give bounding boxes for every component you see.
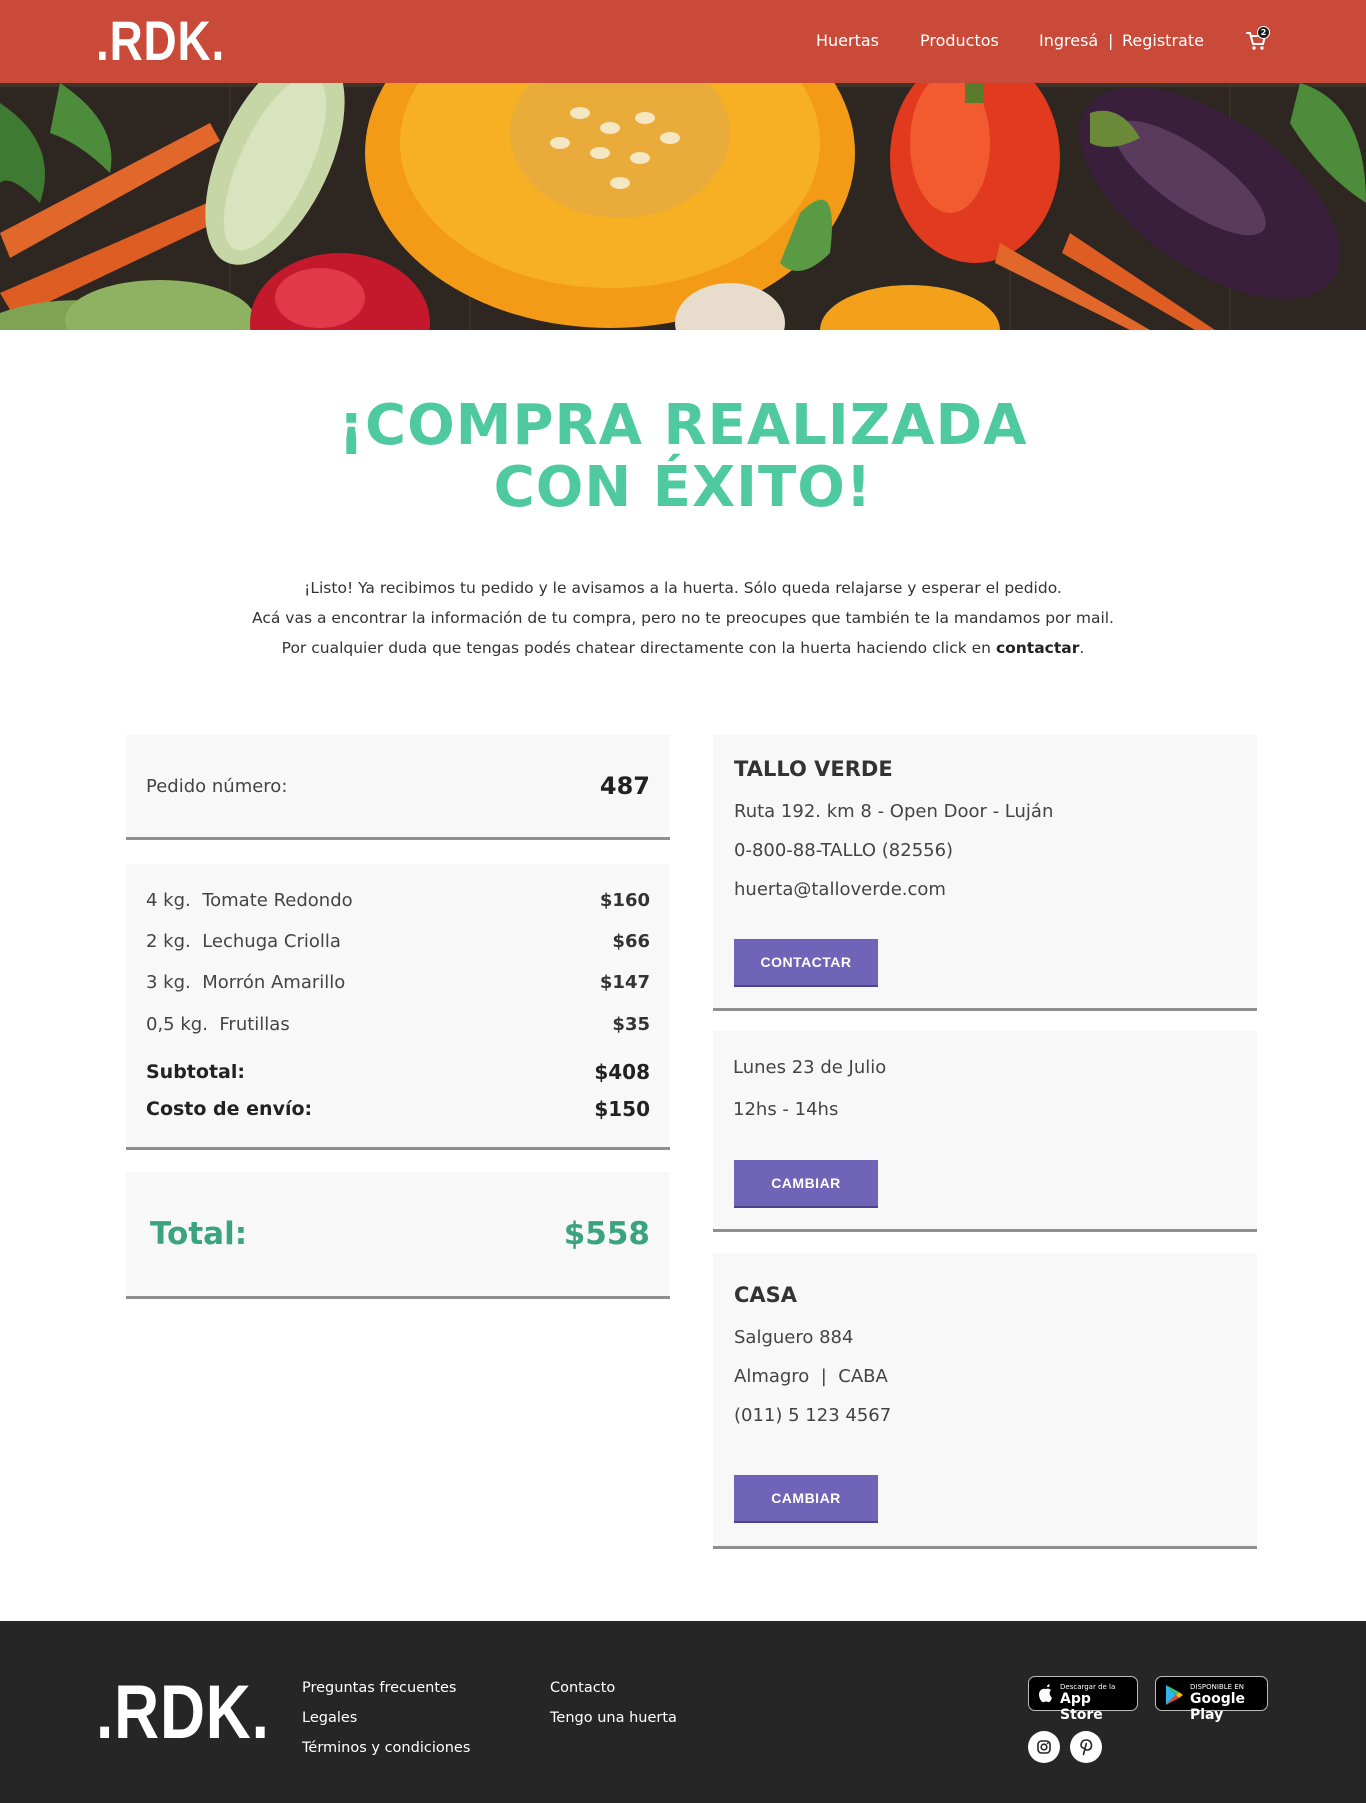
shipping-row: Costo de envío: $150 [146, 1094, 650, 1124]
footer-link-contacto[interactable]: Contacto [550, 1678, 615, 1698]
instagram-icon [1037, 1740, 1051, 1754]
vegetables-banner-image [0, 83, 1366, 330]
footer-link-legales[interactable]: Legales [302, 1708, 357, 1728]
farm-address: Ruta 192. km 8 - Open Door - Luján [734, 801, 1054, 822]
site-logo[interactable]: .RDK. [96, 10, 225, 72]
success-title-line2: CON ÉXITO! [493, 455, 873, 520]
nav-huertas-link[interactable]: Huertas [816, 29, 879, 53]
order-item-label: 2 kg. Lechuga Criolla [146, 931, 341, 952]
farm-name: TALLO VERDE [734, 757, 893, 781]
site-footer: .RDK. Preguntas frecuentes Legales Térmi… [0, 1621, 1366, 1803]
shipping-label: Costo de envío: [146, 1098, 313, 1120]
subtotal-value: $408 [594, 1060, 650, 1084]
subtotal-label: Subtotal: [146, 1061, 245, 1083]
item-qty: 2 kg. [146, 930, 191, 952]
google-play-button[interactable]: DISPONIBLE EN Google Play [1155, 1676, 1268, 1723]
order-item-row: 4 kg. Tomate Redondo $160 [146, 886, 650, 914]
google-play-small-text: DISPONIBLE EN [1190, 1683, 1244, 1691]
intro-line3: Por cualquier duda que tengas podés chat… [0, 633, 1366, 663]
farm-phone: 0-800-88-TALLO (82556) [734, 840, 954, 861]
farm-email: huerta@talloverde.com [734, 879, 946, 900]
nav-registrate-link[interactable]: Registrate [1122, 29, 1204, 53]
total-value: $558 [563, 1216, 650, 1252]
address-card: CASA Salguero 884 Almagro | CABA (011) 5… [713, 1253, 1257, 1549]
nav-ingresa-link[interactable]: Ingresá [1039, 29, 1098, 53]
hero-banner-image [0, 83, 1366, 330]
pinterest-icon [1080, 1739, 1093, 1756]
footer-logo[interactable]: .RDK. [96, 1675, 270, 1751]
order-item-row: 2 kg. Lechuga Criolla $66 [146, 927, 650, 955]
delivery-time: 12hs - 14hs [733, 1099, 839, 1120]
success-title-line1: ¡COMPRA REALIZADA [338, 393, 1028, 458]
item-name: Tomate Redondo [202, 889, 353, 911]
cart-count-badge: 2 [1257, 26, 1270, 39]
app-store-small-text: Descargar de la [1060, 1683, 1116, 1691]
success-title: ¡COMPRA REALIZADA CON ÉXITO! [0, 395, 1366, 519]
order-item-row: 0,5 kg. Frutillas $35 [146, 1010, 650, 1038]
intro-line3-prefix: Por cualquier duda que tengas podés chat… [281, 639, 996, 657]
item-price: $35 [612, 1013, 650, 1035]
change-delivery-button[interactable]: CAMBIAR [734, 1160, 878, 1208]
order-number-label: Pedido número: [146, 775, 288, 797]
top-navigation-bar: .RDK. Huertas Productos Ingresá | Regist… [0, 0, 1366, 83]
delivery-card: Lunes 23 de Julio 12hs - 14hs CAMBIAR [713, 1031, 1257, 1232]
google-play-big-text: Google Play [1190, 1691, 1246, 1723]
shipping-value: $150 [594, 1097, 650, 1121]
order-item-row: 3 kg. Morrón Amarillo $147 [146, 968, 650, 996]
pinterest-button[interactable] [1070, 1731, 1102, 1763]
item-qty: 4 kg. [146, 889, 191, 911]
order-number-card: Pedido número: 487 [126, 735, 670, 840]
nav-separator: | [1108, 31, 1114, 50]
address-name: CASA [734, 1283, 798, 1307]
contactar-button[interactable]: CONTACTAR [734, 939, 878, 987]
intro-line3-suffix: . [1079, 639, 1085, 657]
order-total-card: Total: $558 [126, 1172, 670, 1299]
order-number-value: 487 [599, 772, 650, 800]
address-phone: (011) 5 123 4567 [734, 1405, 892, 1426]
address-street: Salguero 884 [734, 1327, 854, 1348]
item-name: Lechuga Criolla [202, 930, 341, 952]
item-qty: 0,5 kg. [146, 1013, 208, 1035]
change-address-button[interactable]: CAMBIAR [734, 1475, 878, 1523]
order-items-card: 4 kg. Tomate Redondo $160 2 kg. Lechuga … [126, 864, 670, 1150]
total-label: Total: [150, 1216, 248, 1252]
item-name: Frutillas [219, 1013, 290, 1035]
address-area: Almagro | CABA [734, 1366, 888, 1387]
farm-card: TALLO VERDE Ruta 192. km 8 - Open Door -… [713, 735, 1257, 1011]
order-item-label: 3 kg. Morrón Amarillo [146, 972, 345, 993]
delivery-date: Lunes 23 de Julio [733, 1057, 887, 1078]
footer-link-tengo-huerta[interactable]: Tengo una huerta [550, 1708, 677, 1728]
intro-text: ¡Listo! Ya recibimos tu pedido y le avis… [0, 573, 1366, 663]
instagram-button[interactable] [1028, 1731, 1060, 1763]
contactar-inline-link[interactable]: contactar [996, 639, 1079, 657]
footer-link-faq[interactable]: Preguntas frecuentes [302, 1678, 456, 1698]
item-price: $66 [612, 930, 650, 952]
item-price: $147 [599, 971, 650, 993]
apple-icon [1039, 1684, 1052, 1703]
intro-line1: ¡Listo! Ya recibimos tu pedido y le avis… [304, 579, 1062, 597]
item-price: $160 [599, 889, 650, 911]
app-store-big-text: App Store [1060, 1691, 1103, 1723]
app-store-button[interactable]: Descargar de la App Store [1028, 1676, 1138, 1723]
nav-productos-link[interactable]: Productos [920, 29, 999, 53]
order-item-label: 4 kg. Tomate Redondo [146, 890, 353, 911]
item-name: Morrón Amarillo [202, 971, 346, 993]
intro-line2: Acá vas a encontrar la información de tu… [252, 609, 1114, 627]
footer-link-terminos[interactable]: Términos y condiciones [302, 1738, 470, 1758]
item-qty: 3 kg. [146, 971, 191, 993]
subtotal-row: Subtotal: $408 [146, 1057, 650, 1087]
google-play-icon [1166, 1685, 1183, 1705]
order-item-label: 0,5 kg. Frutillas [146, 1014, 290, 1035]
